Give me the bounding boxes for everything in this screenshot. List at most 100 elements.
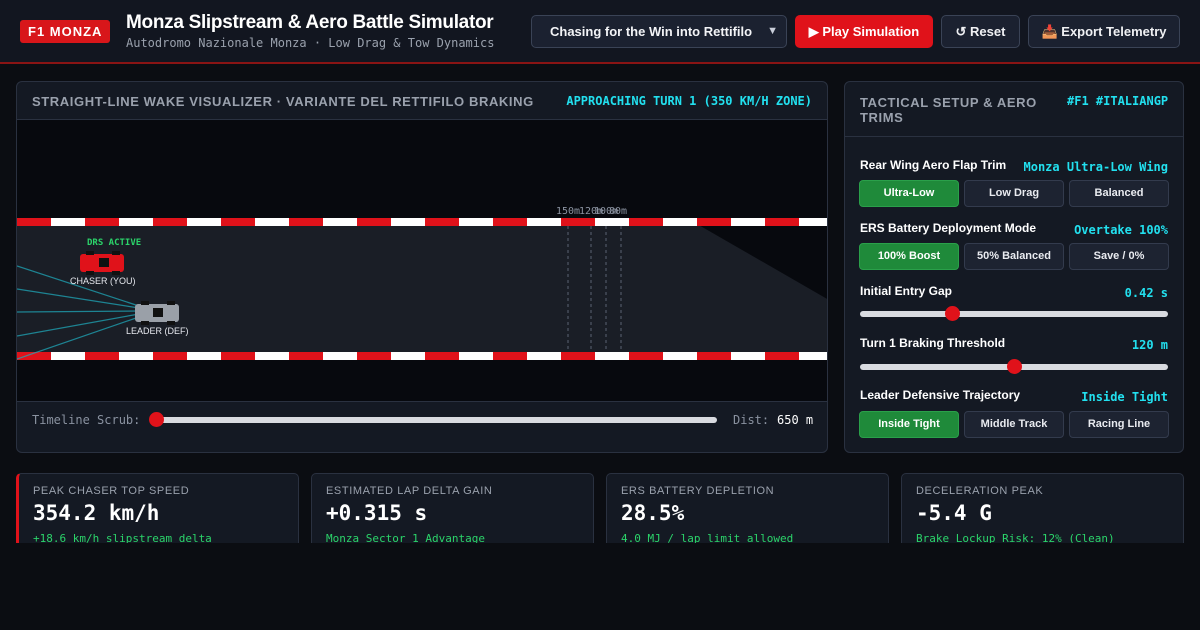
rear-wing-selector: Ultra-Low Low Drag Balanced: [859, 180, 1170, 207]
kerb-block: [51, 218, 85, 226]
braking-threshold-value: 120 m: [1131, 338, 1168, 352]
ers-mode-value: Overtake 100%: [1074, 223, 1168, 237]
chevron-down-icon: ▼: [767, 25, 778, 37]
rear-wing-option-ultra-low[interactable]: Ultra-Low: [859, 180, 959, 207]
track-svg: 150m120m100m80m DRS ACTIVE CHASER (YOU): [17, 206, 827, 360]
trajectory-option-middle-track[interactable]: Middle Track: [964, 411, 1064, 438]
ers-mode-selector: 100% Boost 50% Balanced Save / 0%: [859, 243, 1170, 270]
kerb-block: [357, 218, 391, 226]
distance-label: Dist:: [733, 413, 770, 427]
kerb-block: [765, 352, 799, 360]
kerb-block: [697, 218, 731, 226]
track-canvas: 150m 120m 100m 80m DRS ACTIVE CHASER (YOU): [17, 120, 827, 401]
kerb-block: [187, 352, 221, 360]
timeline-scrub-slider[interactable]: [155, 417, 717, 423]
kerb-block: [255, 352, 289, 360]
metric-card-lap-delta: Estimated Lap Delta Gain +0.315 s Monza …: [311, 473, 594, 553]
braking-marker-label: 150m: [556, 206, 580, 217]
leader-car: [135, 301, 179, 325]
kerb-block: [527, 218, 561, 226]
reset-button[interactable]: ↺ Reset: [941, 15, 1020, 48]
bottom-kerb: [17, 352, 827, 360]
rear-wing-option-balanced[interactable]: Balanced: [1069, 180, 1169, 207]
kerb-block: [85, 218, 119, 226]
entry-gap-slider[interactable]: [860, 306, 1168, 321]
kerb-block: [731, 218, 765, 226]
metric-card-top-speed: Peak Chaser Top Speed 354.2 km/h +18.6 k…: [16, 473, 299, 553]
kerb-block: [697, 352, 731, 360]
braking-marker-label: 80m: [609, 206, 627, 217]
kerb-block: [663, 218, 697, 226]
distance-value: 650 m: [777, 413, 814, 427]
kerb-block: [459, 218, 493, 226]
kerb-block: [221, 218, 255, 226]
visualizer-title: Straight-Line Wake Visualizer · Variante…: [32, 94, 534, 109]
kerb-block: [527, 352, 561, 360]
timeline-scrub-thumb[interactable]: [149, 412, 164, 427]
app-title: Monza Slipstream & Aero Battle Simulator: [126, 12, 494, 33]
kerb-block: [85, 352, 119, 360]
tactical-setup-panel: Tactical Setup & Aero Trims #F1 #ITALIAN…: [844, 81, 1184, 453]
leader-label: LEADER (DEF): [126, 326, 189, 336]
trajectory-option-inside-tight[interactable]: Inside Tight: [859, 411, 959, 438]
kerb-block: [323, 352, 357, 360]
page-bottom-area: [0, 543, 1200, 630]
setup-header: Tactical Setup & Aero Trims #F1 #ITALIAN…: [845, 82, 1183, 137]
metric-label: Peak Chaser Top Speed: [33, 485, 190, 497]
metric-label: Estimated Lap Delta Gain: [326, 485, 493, 497]
play-simulation-button[interactable]: ▶ Play Simulation: [795, 15, 933, 48]
entry-gap-slider-thumb[interactable]: [945, 306, 961, 321]
visualizer-header: Straight-Line Wake Visualizer · Variante…: [17, 82, 827, 120]
kerb-block: [289, 352, 323, 360]
setup-tag: #F1 #ITALIANGP: [1067, 94, 1169, 108]
kerb-block: [425, 352, 459, 360]
chaser-car: [80, 251, 124, 275]
trajectory-option-racing-line[interactable]: Racing Line: [1069, 411, 1169, 438]
entry-gap-label: Initial Entry Gap: [860, 284, 953, 298]
top-bar: F1 MONZA Monza Slipstream & Aero Battle …: [0, 0, 1200, 64]
top-kerb: [17, 218, 827, 226]
kerb-block: [459, 352, 493, 360]
ers-mode-label: ERS Battery Deployment Mode: [860, 221, 1037, 235]
kerb-block: [629, 218, 663, 226]
kerb-block: [119, 218, 153, 226]
kerb-block: [731, 352, 765, 360]
braking-threshold-label: Turn 1 Braking Threshold: [860, 336, 1006, 350]
kerb-block: [323, 218, 357, 226]
metric-value: -5.4 G: [916, 501, 992, 525]
rear-wing-option-low-drag[interactable]: Low Drag: [964, 180, 1064, 207]
app-subtitle: Autodromo Nazionale Monza · Low Drag & T…: [126, 36, 495, 50]
kerb-block: [51, 352, 85, 360]
kerb-block: [629, 352, 663, 360]
metric-card-ers-depletion: ERS Battery Depletion 28.5% 4.0 MJ / lap…: [606, 473, 889, 553]
kerb-block: [221, 352, 255, 360]
scenario-select[interactable]: Chasing for the Win into Rettifilo ▼: [531, 15, 787, 48]
ers-option-boost[interactable]: 100% Boost: [859, 243, 959, 270]
metric-label: Deceleration Peak: [916, 485, 1044, 497]
wake-visualizer-panel: Straight-Line Wake Visualizer · Variante…: [16, 81, 828, 453]
braking-threshold-slider-thumb[interactable]: [1007, 359, 1022, 374]
timeline-scrub-bar: Timeline Scrub: Dist: 650 m: [17, 401, 827, 438]
kerb-block: [187, 218, 221, 226]
export-telemetry-button[interactable]: 📥 Export Telemetry: [1028, 15, 1180, 48]
visualizer-status: APPROACHING TURN 1 (350 KM/H ZONE): [566, 94, 812, 108]
setup-title: Tactical Setup & Aero Trims: [860, 95, 1037, 125]
metric-value: +0.315 s: [326, 501, 428, 525]
scenario-select-value: Chasing for the Win into Rettifilo: [550, 24, 753, 39]
kerb-block: [289, 218, 323, 226]
kerb-block: [799, 352, 827, 360]
ers-option-save[interactable]: Save / 0%: [1069, 243, 1169, 270]
kerb-block: [17, 218, 51, 226]
ers-option-balanced[interactable]: 50% Balanced: [964, 243, 1064, 270]
kerb-block: [391, 352, 425, 360]
kerb-block: [765, 218, 799, 226]
metric-value: 28.5%: [621, 501, 685, 525]
braking-threshold-slider[interactable]: [860, 359, 1168, 374]
kerb-block: [153, 218, 187, 226]
kerb-block: [561, 352, 595, 360]
rear-wing-label: Rear Wing Aero Flap Trim: [860, 158, 1007, 172]
metric-label: ERS Battery Depletion: [621, 485, 775, 497]
metric-card-deceleration: Deceleration Peak -5.4 G Brake Lockup Ri…: [901, 473, 1184, 553]
trajectory-label: Leader Defensive Trajectory: [860, 388, 1021, 402]
drs-active-label: DRS ACTIVE: [87, 238, 141, 248]
